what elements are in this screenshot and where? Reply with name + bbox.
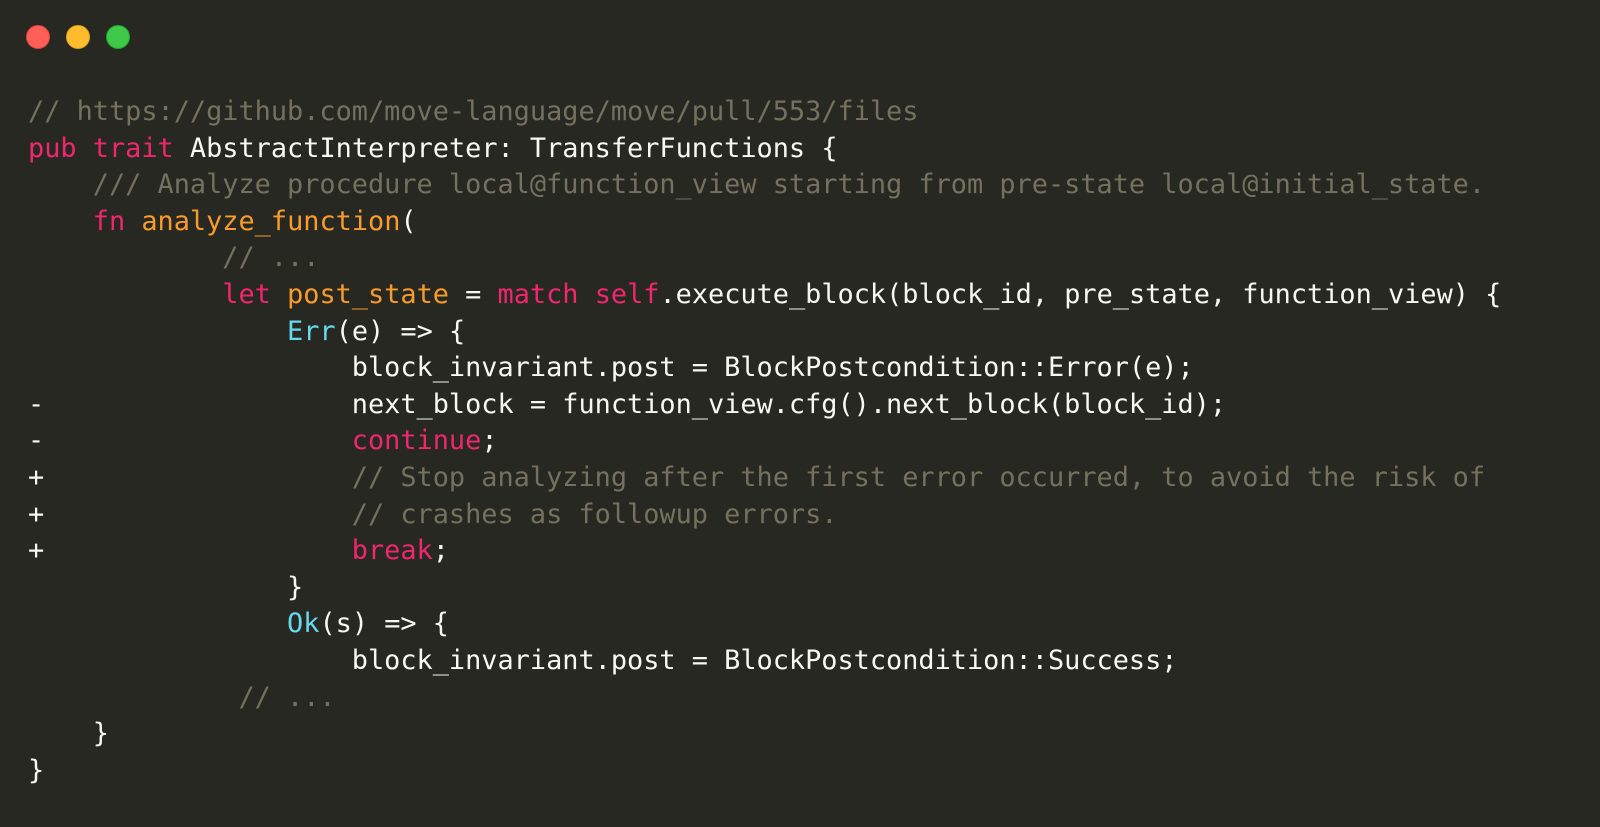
code-token-plain: (: [400, 205, 417, 237]
code-token-keyword: continue: [351, 425, 482, 457]
code-line: Ok(s) => {: [28, 606, 1501, 643]
code-token-type: Err: [287, 315, 336, 347]
code-token-func: analyze_function: [141, 205, 401, 237]
code-line-added: + // Stop analyzing after the first erro…: [28, 461, 1486, 493]
code-line-removed: - continue;: [28, 425, 498, 457]
code-line: }: [28, 753, 1501, 790]
code-token-plain: }: [28, 754, 45, 786]
code-token-plain: AbstractInterpreter: TransferFunctions {: [173, 132, 838, 164]
code-token-keyword: trait: [92, 132, 174, 164]
code-token-comment: // ...: [28, 242, 320, 274]
code-block: // https://github.com/move-language/move…: [28, 94, 1501, 789]
code-token-plain: block_invariant.post = BlockPostconditio…: [28, 352, 1194, 384]
code-token-type: Ok: [287, 608, 320, 640]
code-token-func: post_state: [287, 278, 449, 310]
code-line-added: + // crashes as followup errors.: [28, 498, 838, 530]
code-line: Err(e) => {: [28, 314, 1501, 351]
code-token-plain: }: [28, 571, 304, 603]
code-line: // ...: [28, 680, 1501, 717]
code-line: }: [28, 716, 1501, 753]
code-token-plain: }: [28, 718, 109, 750]
code-token-plain: (e) => {: [335, 315, 466, 347]
code-token-plain: (s) => {: [319, 608, 449, 640]
code-token-comment: // crashes as followup errors.: [28, 498, 838, 530]
code-token-plain: block_invariant.post = BlockPostconditio…: [28, 644, 1178, 676]
code-token-comment: // Stop analyzing after the first error …: [28, 461, 1486, 493]
code-token-plain: =: [448, 278, 498, 310]
code-line: // ...: [28, 240, 1501, 277]
code-line: /// Analyze procedure local@function_vie…: [28, 167, 1501, 204]
code-token-plain: ;: [432, 535, 449, 567]
code-line: // https://github.com/move-language/move…: [28, 94, 1501, 131]
close-window-icon[interactable]: [26, 25, 50, 49]
code-token-keyword: fn: [92, 205, 126, 237]
window-controls: [26, 25, 130, 49]
code-token-comment: // ...: [28, 681, 336, 713]
minimize-window-icon[interactable]: [66, 25, 90, 49]
code-line: let post_state = match self.execute_bloc…: [28, 277, 1501, 314]
code-token-comment: /// Analyze procedure local@function_vie…: [28, 169, 1486, 201]
code-line: block_invariant.post = BlockPostconditio…: [28, 350, 1501, 387]
code-token-plain: ;: [481, 425, 498, 457]
code-token-plain: .execute_block(block_id, pre_state, func…: [659, 278, 1502, 310]
code-token-keyword: break: [351, 535, 433, 567]
code-line: block_invariant.post = BlockPostconditio…: [28, 643, 1501, 680]
code-token-plain: next_block = function_view.cfg().next_bl…: [28, 388, 1227, 420]
maximize-window-icon[interactable]: [106, 25, 130, 49]
code-line-added: + break;: [28, 535, 449, 567]
code-token-keyword: match: [497, 278, 579, 310]
code-line-removed: - next_block = function_view.cfg().next_…: [28, 388, 1227, 420]
code-token-keyword: self: [594, 278, 660, 310]
code-line: }: [28, 570, 1501, 607]
code-token-comment: // https://github.com/move-language/move…: [28, 96, 919, 127]
code-token-keyword: pub: [28, 132, 77, 164]
code-line: fn analyze_function(: [28, 204, 1501, 241]
code-token-keyword: let: [222, 278, 271, 310]
code-line: pub trait AbstractInterpreter: TransferF…: [28, 131, 1501, 168]
